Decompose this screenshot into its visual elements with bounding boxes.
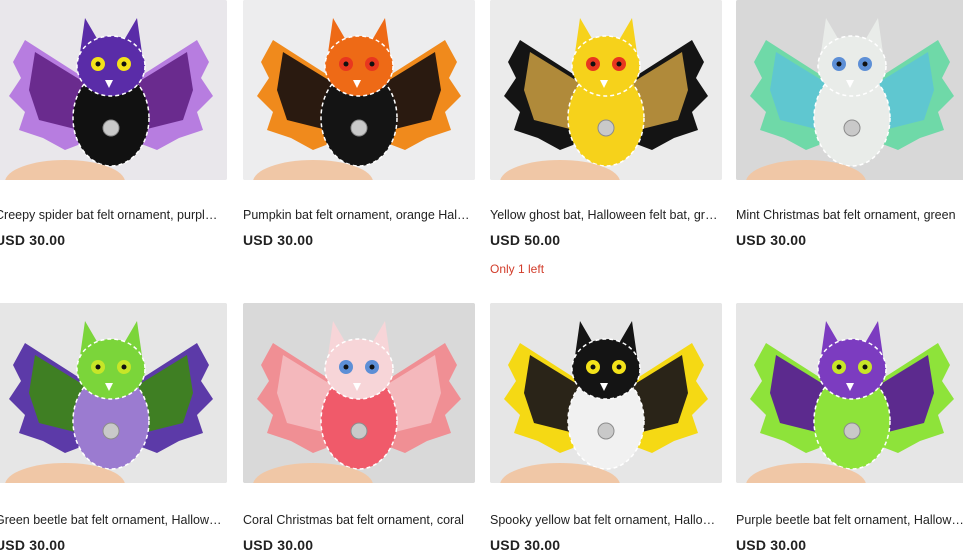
charm-icon	[597, 119, 615, 137]
bat-pupil-left	[343, 364, 349, 370]
listing-title[interactable]: Coral Christmas bat felt ornament, coral	[243, 513, 471, 528]
product-photo	[490, 0, 722, 180]
charm-icon	[597, 422, 615, 440]
bat-head	[571, 35, 641, 97]
listing-thumbnail[interactable]	[0, 303, 227, 483]
charm-icon	[102, 119, 120, 137]
listing-price: USD 30.00	[243, 537, 314, 553]
product-photo	[243, 303, 475, 483]
product-photo	[736, 0, 963, 180]
listing-price: USD 30.00	[0, 232, 66, 248]
bat-head	[324, 35, 394, 97]
bat-pupil-left	[95, 61, 101, 67]
listing-title[interactable]: Purple beetle bat felt ornament, Hallowe…	[736, 513, 963, 528]
product-photo	[736, 303, 963, 483]
listing-price: USD 30.00	[490, 537, 561, 553]
product-photo	[0, 0, 227, 180]
bat-pupil-right	[121, 61, 127, 67]
bat-pupil-left	[343, 61, 349, 67]
bat-pupil-left	[836, 364, 842, 370]
bat-head	[76, 338, 146, 400]
bat-pupil-left	[590, 364, 596, 370]
listing-thumbnail[interactable]	[736, 0, 963, 180]
listing-thumbnail[interactable]	[490, 0, 722, 180]
listing-title[interactable]: Spooky yellow bat felt ornament, Hallowe…	[490, 513, 718, 528]
charm-icon	[843, 422, 861, 440]
listing-thumbnail[interactable]	[490, 303, 722, 483]
bat-pupil-right	[862, 364, 868, 370]
bat-head	[76, 35, 146, 97]
bat-pupil-right	[121, 364, 127, 370]
bat-pupil-right	[369, 364, 375, 370]
bat-pupil-right	[616, 61, 622, 67]
bat-head	[817, 338, 887, 400]
bat-pupil-left	[836, 61, 842, 67]
product-photo	[243, 0, 475, 180]
charm-icon	[843, 119, 861, 137]
listing-thumbnail[interactable]	[0, 0, 227, 180]
bat-pupil-right	[616, 364, 622, 370]
bat-head	[324, 338, 394, 400]
listing-thumbnail[interactable]	[736, 303, 963, 483]
listing-price: USD 30.00	[0, 537, 66, 553]
product-photo	[0, 303, 227, 483]
bat-pupil-left	[590, 61, 596, 67]
listing-thumbnail[interactable]	[243, 303, 475, 483]
bat-head	[817, 35, 887, 97]
listing-title[interactable]: Mint Christmas bat felt ornament, green	[736, 208, 963, 223]
bat-pupil-right	[369, 61, 375, 67]
listing-title[interactable]: Pumpkin bat felt ornament, orange Hallow…	[243, 208, 471, 223]
bat-pupil-right	[862, 61, 868, 67]
listing-thumbnail[interactable]	[243, 0, 475, 180]
product-photo	[490, 303, 722, 483]
charm-icon	[350, 422, 368, 440]
bat-pupil-left	[95, 364, 101, 370]
listing-title[interactable]: Yellow ghost bat, Halloween felt bat, gr…	[490, 208, 718, 223]
charm-icon	[102, 422, 120, 440]
listing-price: USD 30.00	[736, 537, 807, 553]
bat-head	[571, 338, 641, 400]
charm-icon	[350, 119, 368, 137]
listing-title[interactable]: Creepy spider bat felt ornament, purple …	[0, 208, 223, 223]
listing-price: USD 50.00	[490, 232, 561, 248]
listing-price: USD 30.00	[736, 232, 807, 248]
stock-status: Only 1 left	[490, 262, 545, 276]
listing-title[interactable]: Green beetle bat felt ornament, Hallowee…	[0, 513, 223, 528]
listing-price: USD 30.00	[243, 232, 314, 248]
